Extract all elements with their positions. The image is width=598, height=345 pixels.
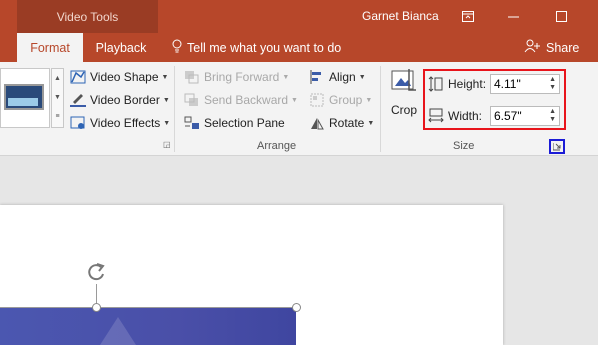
group-divider [380, 66, 381, 152]
share-button[interactable]: Share [524, 33, 579, 62]
video-tools-label: Video Tools [17, 0, 158, 33]
video-effects-icon [70, 116, 86, 130]
tab-format[interactable]: Format [17, 33, 83, 62]
size-group-label: Size [453, 140, 475, 152]
size-dialog-launcher[interactable] [549, 139, 565, 154]
align-button[interactable]: Align ▼ [309, 67, 366, 87]
gallery-scroll[interactable]: ▲ ▼ ≡ [51, 68, 64, 128]
share-person-icon [524, 39, 540, 56]
resize-handle-top[interactable] [92, 303, 101, 312]
video-shape-button[interactable]: Video Shape ▼ [70, 67, 168, 87]
bring-forward-button[interactable]: Bring Forward ▼ [184, 67, 289, 87]
crop-label: Crop [390, 103, 417, 117]
maximize-icon[interactable] [541, 0, 581, 33]
align-icon [309, 70, 325, 84]
share-label: Share [546, 40, 580, 55]
dialog-launcher-icon [552, 138, 561, 156]
ribbon-display-options-icon[interactable] [448, 0, 488, 33]
user-name[interactable]: Garnet Bianca [362, 9, 439, 23]
bring-forward-icon [184, 70, 200, 84]
rotate-button[interactable]: Rotate ▼ [309, 113, 374, 133]
video-styles-launcher-icon[interactable]: ◲ [163, 140, 171, 149]
selection-border [0, 307, 296, 308]
send-backward-button[interactable]: Send Backward ▼ [184, 90, 298, 110]
selection-pane-button[interactable]: Selection Pane [184, 113, 285, 133]
resize-handle-top-right[interactable] [292, 303, 301, 312]
rotate-icon [309, 116, 325, 130]
video-effects-button[interactable]: Video Effects ▼ [70, 113, 170, 133]
crop-icon [391, 68, 420, 99]
tell-me-search[interactable]: Tell me what you want to do [172, 33, 341, 62]
group-icon [309, 93, 325, 107]
video-style-thumbnail[interactable] [4, 84, 44, 110]
group-divider [174, 66, 175, 152]
group-button[interactable]: Group ▼ [309, 90, 372, 110]
tab-playback[interactable]: Playback [86, 33, 156, 62]
arrange-group-label: Arrange [257, 140, 297, 152]
video-object[interactable] [0, 307, 296, 345]
crop-button[interactable]: Crop [388, 68, 420, 120]
video-shape-icon [70, 70, 86, 84]
minimize-icon[interactable] [493, 0, 533, 33]
send-backward-icon [184, 93, 200, 107]
selection-pane-icon [184, 116, 200, 130]
rotation-handle-icon[interactable] [86, 262, 106, 289]
pen-icon [70, 93, 86, 107]
lightbulb-icon [172, 39, 182, 56]
video-styles-gallery[interactable] [0, 68, 50, 128]
video-border-button[interactable]: Video Border ▼ [70, 90, 170, 110]
tell-me-label: Tell me what you want to do [187, 40, 342, 55]
size-highlight-box [423, 69, 566, 130]
